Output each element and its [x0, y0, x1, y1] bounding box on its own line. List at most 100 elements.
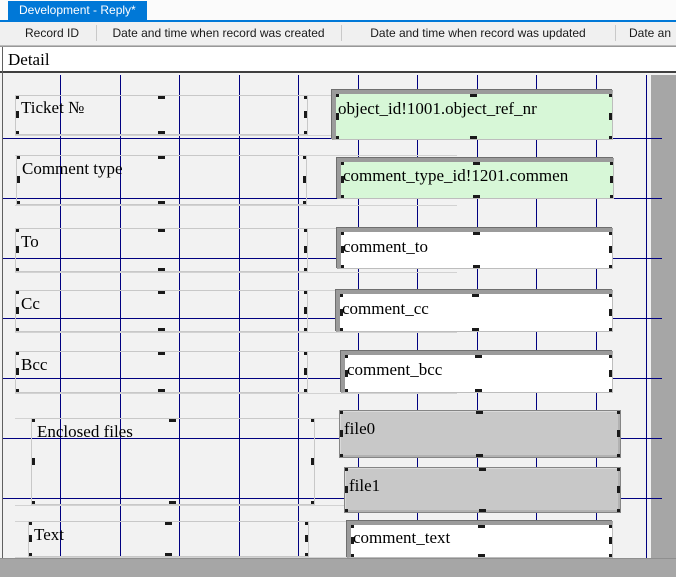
- selection-handle[interactable]: [305, 535, 309, 542]
- selection-handle[interactable]: [311, 418, 315, 422]
- selection-handle[interactable]: [470, 90, 477, 97]
- selection-handle[interactable]: [305, 553, 309, 557]
- selection-handle[interactable]: [617, 410, 621, 414]
- selection-handle[interactable]: [609, 228, 613, 235]
- label-bcc[interactable]: Bcc: [15, 351, 308, 393]
- selection-handle[interactable]: [610, 176, 614, 183]
- field-comment-type-id[interactable]: comment_type_id!1201.commen: [337, 158, 614, 199]
- selection-handle[interactable]: [332, 90, 339, 97]
- selection-handle[interactable]: [609, 521, 613, 528]
- selection-handle[interactable]: [478, 521, 485, 528]
- label-enclosed-files[interactable]: Enclosed files: [31, 418, 315, 505]
- field-comment-to[interactable]: comment_to: [337, 228, 613, 269]
- selection-handle[interactable]: [475, 351, 482, 358]
- selection-handle[interactable]: [304, 328, 308, 332]
- selection-handle[interactable]: [344, 486, 348, 493]
- selection-handle[interactable]: [16, 176, 20, 183]
- selection-handle[interactable]: [479, 467, 486, 471]
- selection-handle[interactable]: [341, 351, 348, 358]
- selection-handle[interactable]: [304, 228, 308, 232]
- selection-handle[interactable]: [15, 268, 19, 272]
- selection-handle[interactable]: [332, 113, 339, 120]
- label-cc[interactable]: Cc: [15, 290, 308, 332]
- selection-handle[interactable]: [337, 195, 344, 199]
- selection-handle[interactable]: [337, 158, 344, 165]
- label-to[interactable]: To: [15, 228, 308, 272]
- selection-handle[interactable]: [31, 501, 35, 505]
- selection-handle[interactable]: [304, 368, 308, 375]
- selection-handle[interactable]: [473, 158, 480, 165]
- selection-handle[interactable]: [609, 136, 613, 140]
- selection-handle[interactable]: [344, 467, 348, 471]
- selection-handle[interactable]: [609, 389, 613, 393]
- selection-handle[interactable]: [341, 370, 348, 377]
- selection-handle[interactable]: [16, 201, 20, 205]
- selection-handle[interactable]: [609, 265, 613, 269]
- label-comment-type[interactable]: Comment type: [16, 155, 307, 205]
- selection-handle[interactable]: [15, 368, 19, 375]
- selection-handle[interactable]: [339, 430, 343, 437]
- selection-handle[interactable]: [473, 265, 480, 269]
- selection-handle[interactable]: [158, 389, 165, 393]
- selection-handle[interactable]: [609, 537, 613, 544]
- selection-handle[interactable]: [610, 195, 614, 199]
- selection-handle[interactable]: [609, 554, 613, 558]
- selection-handle[interactable]: [15, 351, 19, 355]
- selection-handle[interactable]: [311, 501, 315, 505]
- selection-handle[interactable]: [158, 131, 165, 135]
- selection-handle[interactable]: [337, 265, 344, 269]
- selection-handle[interactable]: [158, 328, 165, 332]
- field-file0[interactable]: file0: [339, 410, 621, 458]
- column-header-record-id[interactable]: Record ID: [8, 22, 96, 45]
- selection-handle[interactable]: [470, 136, 477, 140]
- selection-handle[interactable]: [476, 410, 483, 414]
- selection-handle[interactable]: [609, 328, 613, 332]
- selection-handle[interactable]: [337, 176, 344, 183]
- selection-handle[interactable]: [15, 95, 19, 99]
- selection-handle[interactable]: [169, 501, 176, 505]
- selection-handle[interactable]: [165, 521, 172, 525]
- selection-handle[interactable]: [344, 509, 348, 513]
- field-comment-cc[interactable]: comment_cc: [336, 290, 613, 332]
- selection-handle[interactable]: [473, 228, 480, 235]
- selection-handle[interactable]: [15, 389, 19, 393]
- detail-band-header[interactable]: Detail: [0, 46, 676, 73]
- selection-handle[interactable]: [28, 535, 32, 542]
- selection-handle[interactable]: [609, 309, 613, 316]
- selection-handle[interactable]: [28, 521, 32, 525]
- selection-handle[interactable]: [165, 553, 172, 557]
- field-file1[interactable]: file1: [344, 467, 621, 513]
- selection-handle[interactable]: [339, 454, 343, 458]
- selection-handle[interactable]: [16, 155, 20, 159]
- selection-handle[interactable]: [303, 201, 307, 205]
- field-comment-text[interactable]: comment_text: [347, 521, 613, 558]
- selection-handle[interactable]: [336, 328, 343, 332]
- selection-handle[interactable]: [304, 246, 308, 253]
- selection-handle[interactable]: [158, 290, 165, 294]
- selection-handle[interactable]: [341, 389, 348, 393]
- selection-handle[interactable]: [31, 418, 35, 422]
- selection-handle[interactable]: [15, 111, 19, 118]
- label-ticket-no[interactable]: Ticket №: [15, 95, 308, 135]
- selection-handle[interactable]: [347, 537, 354, 544]
- selection-handle[interactable]: [347, 521, 354, 528]
- selection-handle[interactable]: [304, 307, 308, 314]
- selection-handle[interactable]: [473, 195, 480, 199]
- selection-handle[interactable]: [158, 155, 165, 159]
- selection-handle[interactable]: [304, 95, 308, 99]
- selection-handle[interactable]: [617, 509, 621, 513]
- column-header-date-partial[interactable]: Date an: [615, 22, 676, 45]
- selection-handle[interactable]: [28, 553, 32, 557]
- selection-handle[interactable]: [15, 307, 19, 314]
- field-comment-bcc[interactable]: comment_bcc: [341, 351, 613, 393]
- selection-handle[interactable]: [158, 228, 165, 232]
- selection-handle[interactable]: [31, 458, 35, 465]
- selection-handle[interactable]: [304, 351, 308, 355]
- selection-handle[interactable]: [304, 131, 308, 135]
- selection-handle[interactable]: [478, 554, 485, 558]
- selection-handle[interactable]: [609, 370, 613, 377]
- selection-handle[interactable]: [15, 328, 19, 332]
- selection-handle[interactable]: [305, 521, 309, 525]
- selection-handle[interactable]: [472, 328, 479, 332]
- selection-handle[interactable]: [336, 290, 343, 297]
